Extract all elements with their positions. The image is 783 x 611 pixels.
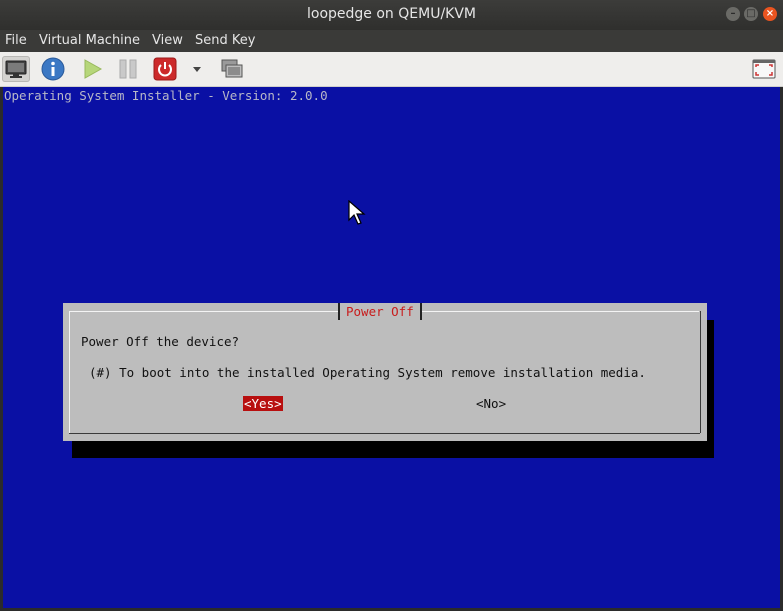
menu-bar: File Virtual Machine View Send Key: [0, 30, 783, 52]
run-button[interactable]: [78, 56, 106, 82]
info-icon: [41, 57, 65, 81]
no-button[interactable]: <No>: [476, 396, 506, 411]
play-icon: [84, 59, 103, 79]
toolbar: [0, 52, 783, 87]
installer-header: Operating System Installer - Version: 2.…: [4, 88, 328, 103]
fullscreen-icon: [752, 59, 776, 79]
shutdown-menu-button[interactable]: [186, 56, 208, 82]
snapshots-button[interactable]: [218, 56, 246, 82]
dropdown-arrow-icon: [193, 67, 201, 72]
power-icon: [153, 57, 177, 81]
dialog-frame-bottom: [69, 433, 700, 434]
dialog-note: (#) To boot into the installed Operating…: [89, 365, 646, 380]
monitor-icon: [5, 60, 27, 78]
window-title: loopedge on QEMU/KVM: [307, 6, 476, 22]
snapshots-icon: [221, 59, 243, 78]
yes-button[interactable]: <Yes>: [243, 396, 283, 411]
window-titlebar[interactable]: loopedge on QEMU/KVM – □ ×: [0, 0, 783, 30]
dialog-question: Power Off the device?: [81, 334, 240, 349]
power-off-dialog: Power Off Power Off the device? (#) To b…: [63, 303, 707, 441]
minimize-button[interactable]: –: [726, 7, 740, 21]
console-view-button[interactable]: [2, 56, 30, 82]
pause-icon: [119, 59, 137, 79]
menu-virtual-machine[interactable]: Virtual Machine: [39, 33, 140, 48]
close-button[interactable]: ×: [763, 7, 777, 21]
dialog-frame-left: [69, 311, 70, 433]
menu-send-key[interactable]: Send Key: [195, 33, 255, 48]
menu-file[interactable]: File: [5, 33, 27, 48]
menu-view[interactable]: View: [152, 33, 183, 48]
mouse-pointer-icon: [348, 200, 366, 225]
fullscreen-button[interactable]: [750, 56, 778, 82]
dialog-title: Power Off: [338, 303, 422, 320]
dialog-frame-right: [700, 311, 701, 433]
details-button[interactable]: [39, 56, 67, 82]
shutdown-button[interactable]: [151, 56, 179, 82]
maximize-button[interactable]: □: [744, 7, 758, 21]
pause-button[interactable]: [114, 56, 142, 82]
